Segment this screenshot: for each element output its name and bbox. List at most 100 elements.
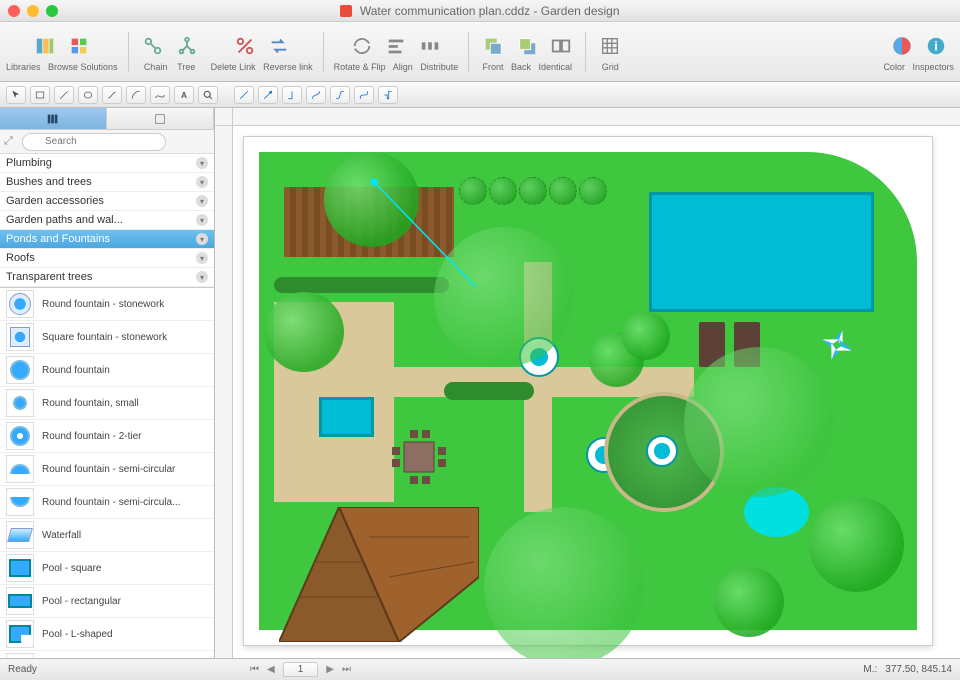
line-tool[interactable]: [54, 86, 74, 104]
tree[interactable]: [264, 292, 344, 372]
shrub-row[interactable]: [459, 177, 607, 205]
page-tab[interactable]: 1: [283, 662, 319, 677]
library-item[interactable]: Round fountain - stonework: [0, 288, 214, 321]
tree-transparent[interactable]: [484, 507, 644, 658]
small-pool[interactable]: [319, 397, 374, 437]
tree[interactable]: [622, 312, 670, 360]
pool-2t-icon: [6, 653, 34, 658]
category-collapse-icon[interactable]: ▾: [196, 176, 208, 188]
titlebar: Water communication plan.cddz - Garden d…: [0, 0, 960, 22]
horizontal-ruler[interactable]: [233, 108, 960, 126]
bezier-conn-tool[interactable]: [354, 86, 374, 104]
umbrella[interactable]: [819, 327, 855, 363]
traffic-lights: [8, 5, 58, 17]
library-categories: Plumbing▾Bushes and trees▾Garden accesso…: [0, 154, 214, 288]
expand-icon[interactable]: ⤢: [4, 135, 18, 148]
sidebar-tab-libraries[interactable]: [0, 108, 107, 129]
page-nav-first[interactable]: ⏮: [250, 664, 259, 675]
category-collapse-icon[interactable]: ▾: [196, 252, 208, 264]
library-category[interactable]: Bushes and trees▾: [0, 173, 214, 192]
front-button[interactable]: [479, 32, 507, 60]
hedge[interactable]: [444, 382, 534, 400]
document-icon: [340, 5, 352, 17]
library-category[interactable]: Garden accessories▾: [0, 192, 214, 211]
page-nav-next[interactable]: ▶: [326, 664, 334, 675]
tree[interactable]: [809, 497, 904, 592]
pool-l-icon: [6, 620, 34, 648]
page-nav-last[interactable]: ⏭: [342, 664, 351, 675]
library-item[interactable]: Round fountain: [0, 354, 214, 387]
search-tool[interactable]: [198, 86, 218, 104]
color-label: Color: [883, 62, 905, 72]
arc-tool[interactable]: [126, 86, 146, 104]
distribute-button[interactable]: [416, 32, 444, 60]
text-tool[interactable]: A: [174, 86, 194, 104]
library-item[interactable]: Waterfall: [0, 519, 214, 552]
rotate-flip-button[interactable]: [348, 32, 376, 60]
tools-toolbar: A: [0, 82, 960, 108]
chain-button[interactable]: [139, 32, 167, 60]
category-collapse-icon[interactable]: ▾: [196, 195, 208, 207]
library-item[interactable]: Round fountain - semi-circula...: [0, 486, 214, 519]
front-label: Front: [482, 62, 503, 72]
smart-conn-tool[interactable]: [378, 86, 398, 104]
arrow-line-tool[interactable]: [258, 86, 278, 104]
curve-conn-tool[interactable]: [306, 86, 326, 104]
category-collapse-icon[interactable]: ▾: [196, 157, 208, 169]
category-collapse-icon[interactable]: ▾: [196, 214, 208, 226]
library-category[interactable]: Roofs▾: [0, 249, 214, 268]
reverse-link-button[interactable]: [265, 32, 293, 60]
library-item[interactable]: Round fountain - 2-tier: [0, 420, 214, 453]
patio-table-set[interactable]: [384, 427, 454, 490]
zoom-window-button[interactable]: [46, 5, 58, 17]
library-category[interactable]: Garden paths and wal...▾: [0, 211, 214, 230]
spline-tool[interactable]: [150, 86, 170, 104]
page-nav-prev[interactable]: ◀: [267, 664, 275, 675]
inspectors-button[interactable]: i: [922, 32, 950, 60]
tree-transparent[interactable]: [434, 227, 574, 367]
library-item[interactable]: Pool - square: [0, 552, 214, 585]
center-fountain[interactable]: [646, 435, 678, 467]
angle-line-tool[interactable]: [282, 86, 302, 104]
libraries-button[interactable]: [31, 32, 59, 60]
library-category[interactable]: Plumbing▾: [0, 154, 214, 173]
library-item-label: Round fountain: [42, 365, 110, 376]
back-button[interactable]: [513, 32, 541, 60]
drawing-canvas[interactable]: [233, 126, 960, 658]
hedge[interactable]: [274, 277, 449, 293]
library-item[interactable]: Pool - L-shaped: [0, 618, 214, 651]
rect-tool[interactable]: [30, 86, 50, 104]
close-window-button[interactable]: [8, 5, 20, 17]
library-item[interactable]: Round fountain - semi-circular: [0, 453, 214, 486]
tree[interactable]: [714, 567, 784, 637]
swimming-pool[interactable]: [649, 192, 874, 312]
drawing-page[interactable]: [243, 136, 933, 646]
browse-solutions-button[interactable]: [65, 32, 93, 60]
color-button[interactable]: [888, 32, 916, 60]
delete-link-button[interactable]: [231, 32, 259, 60]
vertical-ruler[interactable]: [215, 126, 233, 658]
library-category[interactable]: Ponds and Fountains▾: [0, 230, 214, 249]
identical-button[interactable]: [547, 32, 575, 60]
direct-line-tool[interactable]: [234, 86, 254, 104]
round-conn-tool[interactable]: [330, 86, 350, 104]
library-item[interactable]: Square fountain - stonework: [0, 321, 214, 354]
connector-tool[interactable]: [102, 86, 122, 104]
category-collapse-icon[interactable]: ▾: [196, 233, 208, 245]
ellipse-tool[interactable]: [78, 86, 98, 104]
library-item[interactable]: Pool - 2-tier: [0, 651, 214, 658]
minimize-window-button[interactable]: [27, 5, 39, 17]
library-item[interactable]: Pool - rectangular: [0, 585, 214, 618]
library-category[interactable]: Transparent trees▾: [0, 268, 214, 287]
library-search-input[interactable]: [22, 133, 166, 151]
align-button[interactable]: [382, 32, 410, 60]
sidebar-tab-shapes[interactable]: [107, 108, 214, 129]
grid-button[interactable]: [596, 32, 624, 60]
tree-transparent[interactable]: [684, 347, 834, 497]
library-item[interactable]: Round fountain, small: [0, 387, 214, 420]
tree[interactable]: [324, 152, 419, 247]
house-roof[interactable]: [279, 507, 479, 642]
pointer-tool[interactable]: [6, 86, 26, 104]
category-collapse-icon[interactable]: ▾: [196, 271, 208, 283]
tree-button[interactable]: [173, 32, 201, 60]
